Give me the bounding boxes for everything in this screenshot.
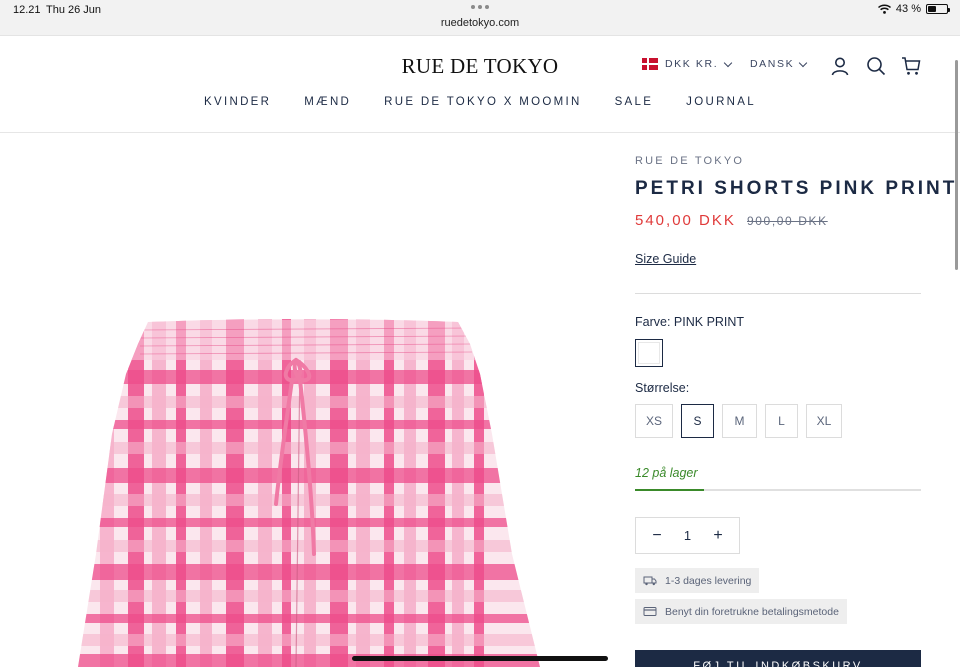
color-label: Farve: xyxy=(635,315,671,329)
tab-handle-dots[interactable] xyxy=(471,5,489,9)
battery-level xyxy=(928,6,936,12)
currency-selector[interactable]: DKK KR. xyxy=(642,58,733,70)
battery-percent: 43 % xyxy=(895,3,921,15)
original-price: 900,00 DKK xyxy=(747,214,828,228)
product-brand[interactable]: RUE DE TOKYO xyxy=(635,155,744,167)
color-value: PINK PRINT xyxy=(673,315,745,329)
color-swatch-pink-print[interactable] xyxy=(635,339,663,367)
nav-item-sale[interactable]: SALE xyxy=(615,96,654,108)
quantity-decrease-button[interactable]: − xyxy=(650,527,664,545)
scrollbar[interactable] xyxy=(955,60,958,270)
product-image[interactable] xyxy=(0,134,620,667)
payment-info: Benyt din foretrukne betalingsmetode xyxy=(635,599,847,624)
credit-card-icon xyxy=(643,607,657,616)
divider xyxy=(635,293,921,294)
sale-price: 540,00 DKK xyxy=(635,212,736,229)
nav-item-kvinder[interactable]: KVINDER xyxy=(204,96,271,108)
search-icon[interactable] xyxy=(866,56,886,76)
battery-icon xyxy=(926,4,950,14)
stock-status: 12 på lager xyxy=(635,466,698,480)
size-guide-link[interactable]: Size Guide xyxy=(635,252,696,266)
language-label: DANSK xyxy=(750,58,795,70)
account-icon[interactable] xyxy=(830,56,850,76)
size-option-xs[interactable]: XS xyxy=(635,404,673,438)
cart-icon[interactable] xyxy=(901,56,921,76)
chevron-down-icon xyxy=(798,58,808,67)
status-indicators: 43 % xyxy=(877,3,950,15)
wifi-icon xyxy=(877,4,891,14)
chevron-down-icon xyxy=(723,58,733,67)
stock-bar-fill xyxy=(635,489,704,491)
status-time: 12.21 xyxy=(13,4,41,16)
quantity-increase-button[interactable]: + xyxy=(711,527,725,545)
size-option-l[interactable]: L xyxy=(765,404,798,438)
main-nav: KVINDER MÆND RUE DE TOKYO X MOOMIN SALE … xyxy=(0,96,960,108)
denmark-flag-icon xyxy=(642,58,658,70)
browser-status-bar: 12.21 Thu 26 Jun ruedetokyo.com 43 % xyxy=(0,0,960,36)
language-selector[interactable]: DANSK xyxy=(750,58,808,70)
status-date: Thu 26 Jun xyxy=(46,4,102,16)
currency-label: DKK KR. xyxy=(665,58,719,70)
truck-icon xyxy=(643,576,657,586)
size-option-s[interactable]: S xyxy=(681,404,714,438)
color-label-row: Farve: PINK PRINT xyxy=(635,315,744,329)
product-title: PETRI SHORTS PINK PRINT xyxy=(635,178,958,199)
shorts-photo xyxy=(78,319,540,667)
add-to-cart-button[interactable]: FØJ TIL INDKØBSKURV xyxy=(635,650,921,667)
size-option-m[interactable]: M xyxy=(722,404,757,438)
size-label: Størrelse: xyxy=(635,381,690,395)
nav-item-maend[interactable]: MÆND xyxy=(304,96,351,108)
home-indicator[interactable] xyxy=(352,656,608,661)
payment-text: Benyt din foretrukne betalingsmetode xyxy=(665,605,839,618)
size-option-xl[interactable]: XL xyxy=(806,404,842,438)
address-bar-url[interactable]: ruedetokyo.com xyxy=(0,17,960,29)
site-header: RUE DE TOKYO DKK KR. DANSK KVINDER MÆND … xyxy=(0,36,960,133)
stock-bar xyxy=(635,489,921,491)
nav-item-journal[interactable]: JOURNAL xyxy=(686,96,756,108)
size-selector: XS S M L XL xyxy=(635,404,842,438)
site-logo[interactable]: RUE DE TOKYO xyxy=(0,54,960,79)
nav-item-moomin[interactable]: RUE DE TOKYO X MOOMIN xyxy=(384,96,581,108)
delivery-text: 1-3 dages levering xyxy=(665,574,752,587)
swatch-fill xyxy=(638,342,660,364)
delivery-info: 1-3 dages levering xyxy=(635,568,760,593)
quantity-value[interactable]: 1 xyxy=(684,528,691,543)
quantity-stepper: − 1 + xyxy=(635,517,740,554)
